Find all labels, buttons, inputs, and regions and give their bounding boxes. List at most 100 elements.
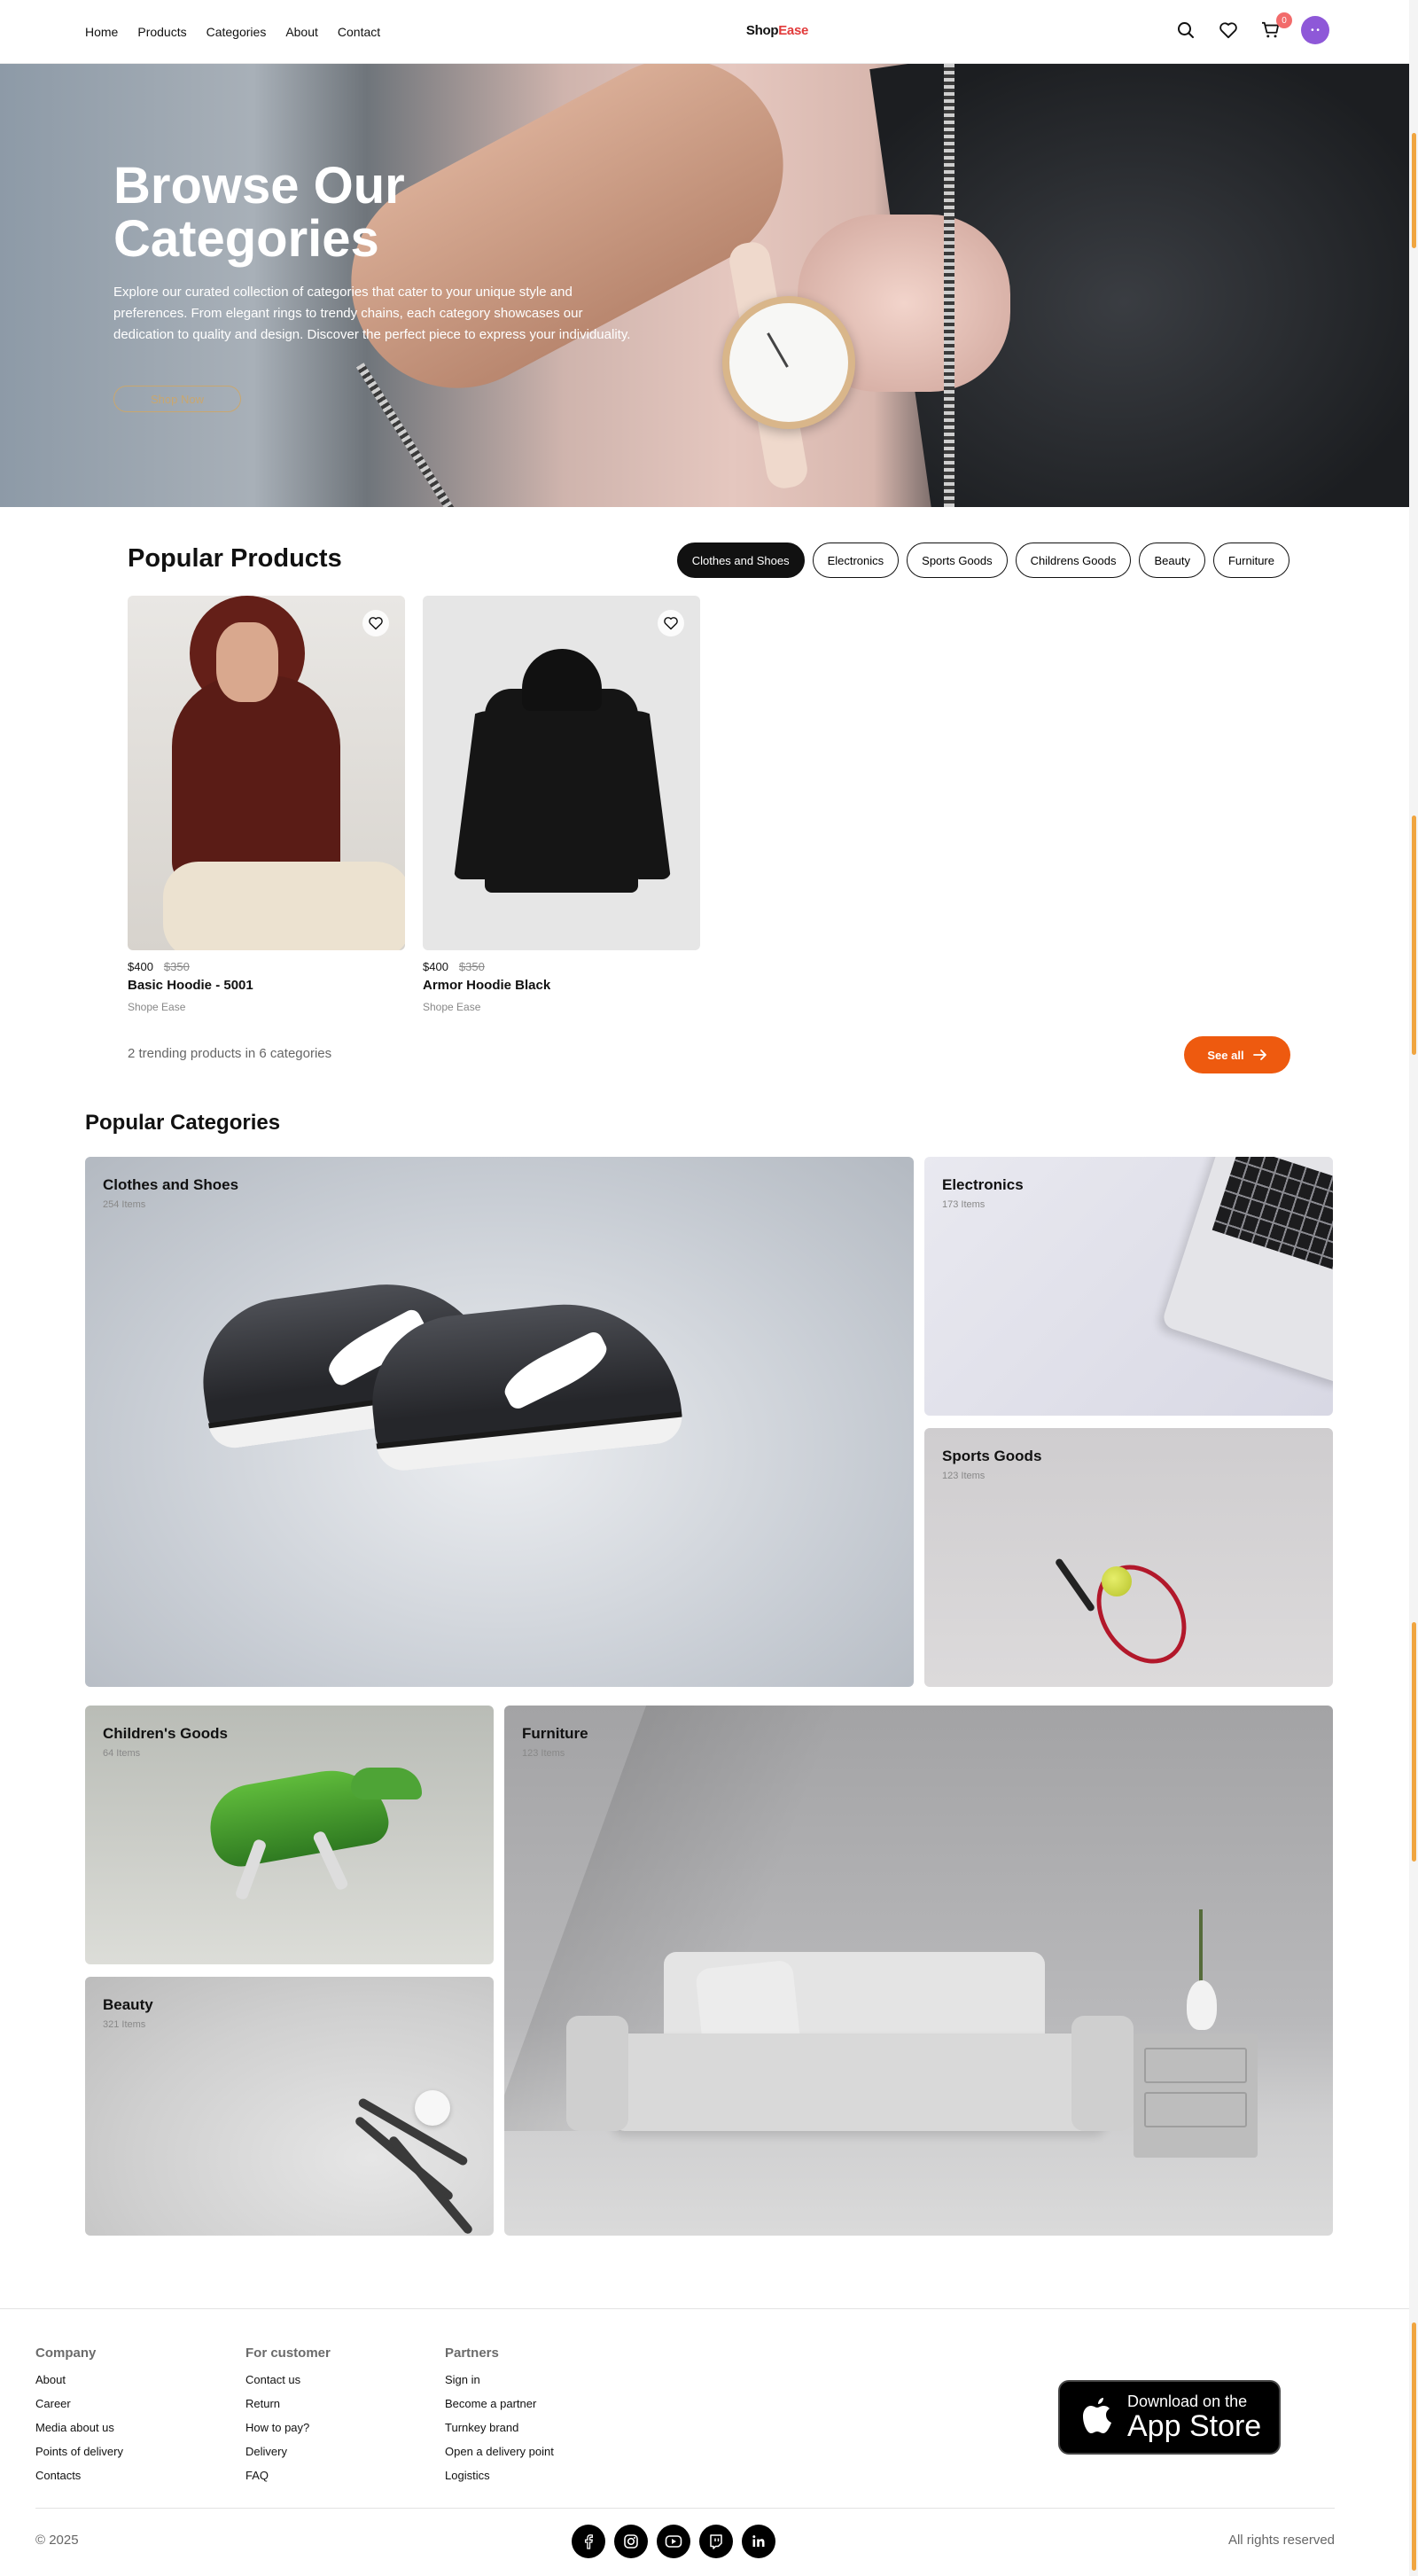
- cart-icon[interactable]: 0: [1258, 12, 1292, 43]
- rights-reserved: All rights reserved: [1227, 2533, 1335, 2548]
- facebook-icon[interactable]: [572, 2525, 605, 2558]
- see-all-button[interactable]: See all: [1184, 1036, 1290, 1073]
- footer-link[interactable]: FAQ: [245, 2469, 331, 2482]
- powder-puff-shape: [415, 2090, 450, 2126]
- product-name[interactable]: Armor Hoodie Black: [423, 978, 700, 993]
- app-store-badge[interactable]: Download on the App Store: [1058, 2380, 1281, 2455]
- filter-chip-childrens-goods[interactable]: Childrens Goods: [1015, 543, 1132, 578]
- footer-column-title: For customer: [245, 2346, 331, 2361]
- hero-watch: [722, 296, 855, 429]
- footer-column-partners: Partners Sign in Become a partner Turnke…: [445, 2346, 554, 2493]
- hoodie-body-shape: [485, 689, 638, 893]
- footer-link[interactable]: Logistics: [445, 2469, 554, 2482]
- product-image[interactable]: [128, 596, 405, 950]
- wishlist-heart-icon[interactable]: [362, 610, 389, 636]
- category-count: 321 Items: [103, 2019, 146, 2030]
- heart-icon[interactable]: [1216, 18, 1241, 43]
- model-face-shape: [216, 622, 278, 702]
- hero-zipper: [944, 64, 954, 507]
- vase-shape: [1187, 1980, 1217, 2030]
- search-icon[interactable]: [1173, 18, 1198, 43]
- avatar[interactable]: • •: [1301, 16, 1329, 44]
- twitch-icon[interactable]: [699, 2525, 733, 2558]
- makeup-brush-shape: [387, 2135, 474, 2236]
- apple-icon: [1083, 2398, 1111, 2433]
- product-image[interactable]: [423, 596, 700, 950]
- filter-chip-electronics[interactable]: Electronics: [812, 543, 900, 578]
- scrollbar-thumb[interactable]: [1412, 1622, 1416, 1862]
- tennis-ball-shape: [1102, 1566, 1132, 1596]
- logo-part-ease: Ease: [778, 23, 809, 38]
- category-name: Sports Goods: [942, 1448, 1042, 1464]
- hoodie-hood-shape: [522, 649, 602, 711]
- app-store-line1: Download on the: [1127, 2393, 1248, 2410]
- footer-link[interactable]: Become a partner: [445, 2397, 554, 2410]
- site-header: Home Products Categories About Contact S…: [0, 0, 1409, 64]
- category-card-sports-goods[interactable]: Sports Goods 123 Items: [924, 1428, 1333, 1687]
- trending-summary: 2 trending products in 6 categories: [128, 1046, 332, 1061]
- social-links: [572, 2525, 775, 2558]
- footer-link[interactable]: Delivery: [245, 2445, 331, 2458]
- scrollbar[interactable]: [1409, 0, 1418, 2576]
- product-card[interactable]: $400 $350 Armor Hoodie Black Shope Ease: [423, 596, 700, 1013]
- product-price: $400: [128, 960, 153, 973]
- category-card-beauty[interactable]: Beauty 321 Items: [85, 1977, 494, 2236]
- filter-chip-beauty[interactable]: Beauty: [1139, 543, 1205, 578]
- footer-link[interactable]: Return: [245, 2397, 331, 2410]
- instagram-icon[interactable]: [614, 2525, 648, 2558]
- category-count: 123 Items: [942, 1471, 986, 1481]
- wishlist-heart-icon[interactable]: [658, 610, 684, 636]
- footer-link[interactable]: Media about us: [35, 2421, 123, 2434]
- youtube-icon[interactable]: [657, 2525, 690, 2558]
- category-filter-chips: Clothes and Shoes Electronics Sports Goo…: [676, 543, 1289, 578]
- category-name: Beauty: [103, 1996, 153, 2013]
- sofa-seat-shape: [611, 2033, 1107, 2131]
- category-name: Furniture: [522, 1725, 588, 1742]
- footer-link[interactable]: Turnkey brand: [445, 2421, 554, 2434]
- scrollbar-thumb[interactable]: [1412, 2322, 1416, 2571]
- category-card-clothes-and-shoes[interactable]: Clothes and Shoes 254 Items: [85, 1157, 914, 1687]
- sofa-arm-shape: [566, 2016, 628, 2131]
- category-count: 254 Items: [103, 1199, 146, 1210]
- product-brand: Shope Ease: [423, 1001, 481, 1013]
- header-actions: 0 • •: [1173, 12, 1329, 44]
- filter-chip-clothes-and-shoes[interactable]: Clothes and Shoes: [676, 543, 805, 578]
- category-count: 64 Items: [103, 1748, 141, 1759]
- footer-link[interactable]: Open a delivery point: [445, 2445, 554, 2458]
- sofa-arm-shape: [1071, 2016, 1134, 2131]
- popular-categories-title: Popular Categories: [85, 1111, 281, 1135]
- footer-column-title: Company: [35, 2346, 97, 2361]
- category-card-electronics[interactable]: Electronics 173 Items: [924, 1157, 1333, 1416]
- cart-badge: 0: [1276, 12, 1292, 28]
- app-store-text: Download on the App Store: [1127, 2393, 1261, 2442]
- footer-link[interactable]: Points of delivery: [35, 2445, 123, 2458]
- category-name: Clothes and Shoes: [103, 1176, 239, 1193]
- laptop-shape: [1160, 1157, 1333, 1386]
- popular-products-title: Popular Products: [128, 544, 342, 573]
- scrollbar-thumb[interactable]: [1412, 816, 1416, 1055]
- footer-link[interactable]: About: [35, 2373, 123, 2386]
- footer-link[interactable]: Sign in: [445, 2373, 554, 2386]
- category-card-childrens-goods[interactable]: Children's Goods 64 Items: [85, 1706, 494, 1964]
- product-name[interactable]: Basic Hoodie - 5001: [128, 978, 405, 993]
- scrollbar-thumb[interactable]: [1412, 133, 1416, 248]
- product-card[interactable]: $400 $350 Basic Hoodie - 5001 Shope Ease: [128, 596, 405, 1013]
- dinosaur-head-shape: [351, 1768, 422, 1799]
- filter-chip-furniture[interactable]: Furniture: [1212, 543, 1289, 578]
- footer-bottom-divider: [35, 2508, 1335, 2509]
- hero-description: Explore our curated collection of catego…: [113, 285, 631, 342]
- category-count: 123 Items: [522, 1748, 565, 1759]
- copyright: © 2025: [35, 2533, 79, 2548]
- linkedin-icon[interactable]: [742, 2525, 775, 2558]
- footer-link[interactable]: Contact us: [245, 2373, 331, 2386]
- category-name: Electronics: [942, 1176, 1024, 1193]
- filter-chip-sports-goods[interactable]: Sports Goods: [907, 543, 1008, 578]
- footer-link[interactable]: Career: [35, 2397, 123, 2410]
- hoodie-body-shape: [172, 675, 340, 888]
- app-store-line2: App Store: [1127, 2409, 1262, 2443]
- footer-link[interactable]: Contacts: [35, 2469, 123, 2482]
- category-card-furniture[interactable]: Furniture 123 Items: [504, 1706, 1333, 2236]
- shop-now-button[interactable]: Shop Now: [113, 386, 241, 412]
- product-grid: $400 $350 Basic Hoodie - 5001 Shope Ease…: [128, 596, 700, 1013]
- footer-link[interactable]: How to pay?: [245, 2421, 331, 2434]
